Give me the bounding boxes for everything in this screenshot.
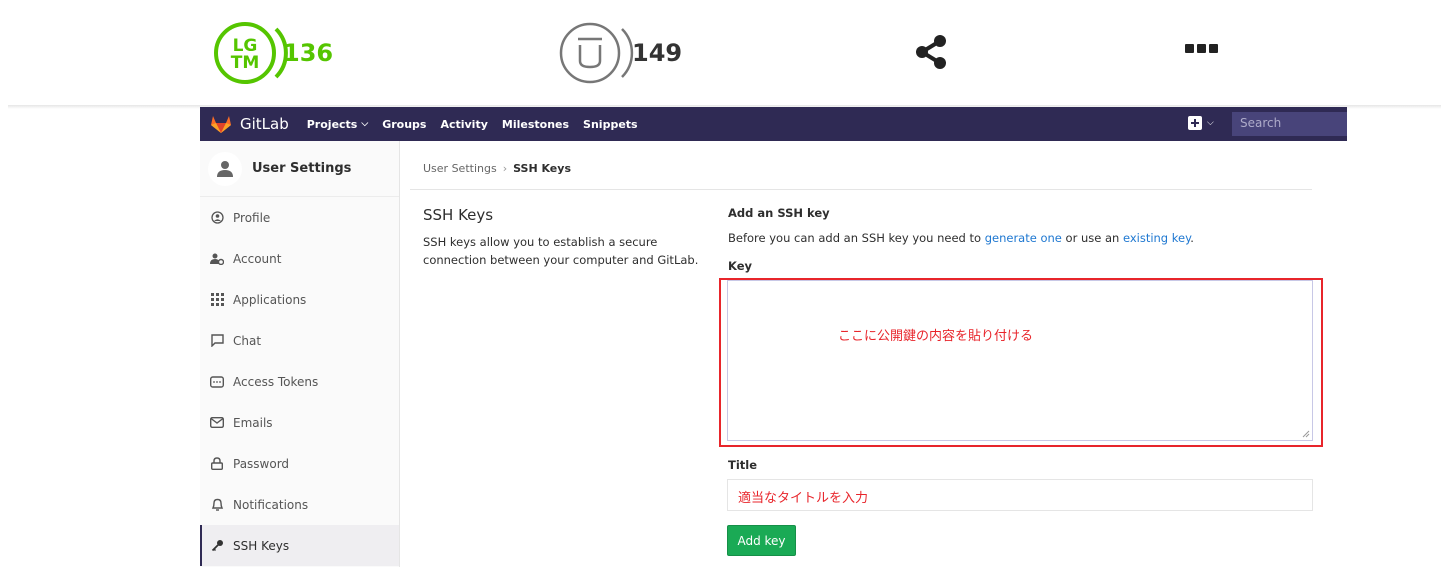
title-label: Title <box>728 458 758 472</box>
key-label: Key <box>728 259 753 273</box>
chevron-down-icon: ⌵ <box>361 119 369 129</box>
annotation-highlight-box <box>719 278 1323 447</box>
add-key-button[interactable]: Add key <box>727 525 796 556</box>
breadcrumb-current[interactable]: SSH Keys <box>513 162 571 175</box>
sidebar-item-label: Profile <box>233 210 271 225</box>
dot <box>1185 44 1194 53</box>
gitlab-navbar: GitLab Projects ⌵ Groups Activity Milesto… <box>200 107 1347 141</box>
svg-text:TM: TM <box>231 53 260 73</box>
title-input[interactable]: 適当なタイトルを入力 <box>727 479 1313 511</box>
section-description: SSH keys allow you to establish a secure… <box>423 235 699 267</box>
lgtm-button[interactable]: LG TM 136 <box>213 21 333 85</box>
key-annotation: ここに公開鍵の内容を貼り付ける <box>838 329 1034 344</box>
nav-projects[interactable]: Projects ⌵ <box>307 118 368 131</box>
avatar <box>208 151 242 186</box>
tanuki-icon <box>211 116 231 133</box>
chevron-right-icon: › <box>502 162 508 175</box>
sidebar-item-chat[interactable]: Chat <box>200 320 399 361</box>
nav-milestones[interactable]: Milestones <box>502 118 569 131</box>
sidebar-title: User Settings <box>252 161 352 176</box>
form-heading: Add an SSH key <box>728 206 830 220</box>
sidebar-header[interactable]: User Settings <box>200 141 399 197</box>
search-input[interactable]: Search <box>1232 112 1347 136</box>
share-icon[interactable] <box>912 33 950 75</box>
applications-icon <box>210 293 224 307</box>
bell-icon <box>210 498 224 512</box>
sidebar-item-label: Account <box>233 251 282 266</box>
lock-icon <box>210 457 224 471</box>
existing-key-link[interactable]: existing key <box>1123 231 1190 245</box>
stock-button[interactable]: 149 <box>558 21 682 85</box>
form-intro: Before you can add an SSH key you need t… <box>728 231 1194 245</box>
breadcrumb: User Settings › SSH Keys <box>423 162 571 175</box>
intro-text: . <box>1190 231 1194 245</box>
gitlab-window: GitLab Projects ⌵ Groups Activity Milesto… <box>200 107 1347 567</box>
stock-count: 149 <box>632 39 683 67</box>
email-icon <box>210 416 224 430</box>
nav-groups[interactable]: Groups <box>382 118 426 131</box>
sidebar-item-label: Notifications <box>233 497 309 512</box>
dot <box>1209 44 1218 53</box>
nav-activity[interactable]: Activity <box>440 118 487 131</box>
sidebar-item-label: Emails <box>233 415 273 430</box>
plus-square-icon <box>1188 116 1202 130</box>
sidebar-item-access-tokens[interactable]: Access Tokens <box>200 361 399 402</box>
sidebar-item-label: Applications <box>233 292 307 307</box>
sidebar-item-notifications[interactable]: Notifications <box>200 484 399 525</box>
sidebar-item-label: Chat <box>233 333 262 348</box>
nav-projects-label: Projects <box>306 117 358 131</box>
chat-icon <box>210 334 224 348</box>
sidebar-item-emails[interactable]: Emails <box>200 402 399 443</box>
account-icon <box>210 252 224 266</box>
generate-key-link[interactable]: generate one <box>985 231 1062 245</box>
sidebar-item-password[interactable]: Password <box>200 443 399 484</box>
chevron-down-icon: ⌵ <box>1207 118 1214 128</box>
breadcrumb-parent[interactable]: User Settings <box>423 162 497 175</box>
sidebar-item-profile[interactable]: Profile <box>200 197 399 238</box>
nav-snippets[interactable]: Snippets <box>583 118 638 131</box>
user-icon <box>217 160 233 177</box>
sidebar-item-label: SSH Keys <box>233 538 290 553</box>
settings-sidebar: User Settings Profile Account Applicatio… <box>200 141 400 567</box>
access-tokens-icon <box>210 375 224 389</box>
intro-text: Before you can add an SSH key you need t… <box>728 231 985 245</box>
sidebar-item-applications[interactable]: Applications <box>200 279 399 320</box>
page-title: SSH Keys <box>423 206 494 224</box>
sidebar-item-label: Access Tokens <box>233 374 319 389</box>
sidebar-item-label: Password <box>233 456 290 471</box>
dot <box>1197 44 1206 53</box>
intro-text: or use an <box>1061 231 1123 245</box>
lgtm-count: 136 <box>283 39 334 67</box>
key-icon <box>210 539 224 553</box>
sidebar-item-ssh-keys[interactable]: SSH Keys <box>200 525 399 566</box>
article-action-bar: LG TM 136 149 <box>0 0 1449 106</box>
sidebar-item-account[interactable]: Account <box>200 238 399 279</box>
profile-icon <box>210 211 224 225</box>
gitlab-logo[interactable]: GitLab <box>210 114 307 134</box>
divider <box>410 189 1312 190</box>
new-dropdown[interactable]: ⌵ <box>1188 116 1214 130</box>
gitlab-brand: GitLab <box>240 115 289 133</box>
more-icon[interactable] <box>1185 44 1218 53</box>
